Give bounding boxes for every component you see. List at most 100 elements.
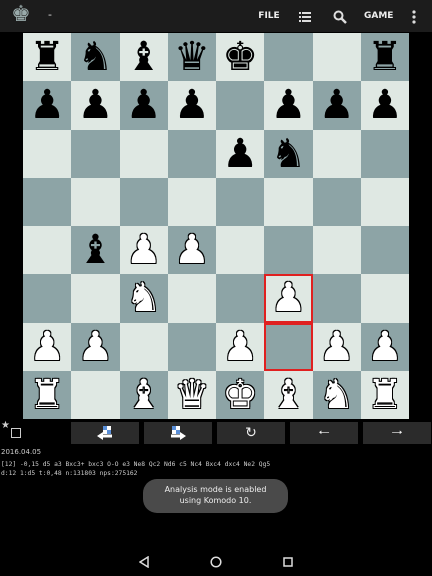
white-queen-icon[interactable]: ♛ bbox=[174, 375, 210, 415]
game-menu-button[interactable]: GAME bbox=[364, 0, 393, 32]
white-pawn-icon[interactable]: ♟ bbox=[222, 327, 258, 367]
white-knight-icon[interactable]: ♞ bbox=[126, 278, 162, 318]
square-h1[interactable]: ♜ bbox=[360, 370, 409, 419]
white-rook-icon[interactable]: ♜ bbox=[367, 375, 403, 415]
square-b8[interactable]: ♞ bbox=[71, 33, 120, 82]
square-a3[interactable] bbox=[23, 274, 72, 323]
square-a7[interactable]: ♟ bbox=[23, 81, 72, 130]
white-pawn-icon[interactable]: ♟ bbox=[29, 327, 65, 367]
square-f8[interactable] bbox=[264, 33, 313, 82]
square-c4[interactable]: ♟ bbox=[119, 226, 168, 275]
square-b1[interactable] bbox=[71, 370, 120, 419]
square-f6[interactable]: ♞ bbox=[264, 129, 313, 178]
square-h8[interactable]: ♜ bbox=[360, 33, 409, 82]
square-e6[interactable]: ♟ bbox=[216, 129, 265, 178]
chess-board[interactable]: ♜ ♞ ♝ ♛ ♚ ♜ ♟ ♟ ♟ ♟ ♟ ♟ ♟ ♟ ♞ ♝ ♟ ♟ ♞ ♟ ♟ ♟ ♟ ♟ ♟ ♜ ♝ ♛ ♚ ♝ ♞ ♜ bbox=[23, 33, 409, 419]
square-d4[interactable]: ♟ bbox=[167, 226, 216, 275]
square-g8[interactable] bbox=[312, 33, 361, 82]
go-forward-variation-button[interactable] bbox=[144, 422, 212, 444]
star-icon[interactable]: ★ bbox=[1, 420, 10, 431]
square-e5[interactable] bbox=[216, 177, 265, 226]
undo-move-button[interactable]: 🠀 bbox=[290, 422, 358, 444]
square-a6[interactable] bbox=[23, 129, 72, 178]
square-e4[interactable] bbox=[216, 226, 265, 275]
black-pawn-icon[interactable]: ♟ bbox=[126, 85, 162, 125]
square-d5[interactable] bbox=[167, 177, 216, 226]
white-bishop-icon[interactable]: ♝ bbox=[126, 375, 162, 415]
square-f5[interactable] bbox=[264, 177, 313, 226]
square-h5[interactable] bbox=[360, 177, 409, 226]
square-h2[interactable]: ♟ bbox=[360, 322, 409, 371]
square-a8[interactable]: ♜ bbox=[23, 33, 72, 82]
square-h4[interactable] bbox=[360, 226, 409, 275]
black-knight-icon[interactable]: ♞ bbox=[270, 134, 306, 174]
black-pawn-icon[interactable]: ♟ bbox=[77, 85, 113, 125]
redo-move-button[interactable]: 🠂 bbox=[363, 422, 431, 444]
square-e7[interactable] bbox=[216, 81, 265, 130]
square-b6[interactable] bbox=[71, 129, 120, 178]
square-b4[interactable]: ♝ bbox=[71, 226, 120, 275]
square-d1[interactable]: ♛ bbox=[167, 370, 216, 419]
square-d8[interactable]: ♛ bbox=[167, 33, 216, 82]
square-h6[interactable] bbox=[360, 129, 409, 178]
square-g1[interactable]: ♞ bbox=[312, 370, 361, 419]
white-pawn-icon[interactable]: ♟ bbox=[174, 230, 210, 270]
file-menu-button[interactable]: FILE bbox=[256, 0, 282, 32]
black-rook-icon[interactable]: ♜ bbox=[367, 37, 403, 77]
square-a5[interactable] bbox=[23, 177, 72, 226]
white-king-icon[interactable]: ♚ bbox=[222, 375, 258, 415]
square-h3[interactable] bbox=[360, 274, 409, 323]
square-f1[interactable]: ♝ bbox=[264, 370, 313, 419]
square-a4[interactable] bbox=[23, 226, 72, 275]
square-e8[interactable]: ♚ bbox=[216, 33, 265, 82]
black-pawn-icon[interactable]: ♟ bbox=[270, 85, 306, 125]
square-c6[interactable] bbox=[119, 129, 168, 178]
king-icon[interactable]: ♚ bbox=[8, 2, 34, 28]
square-a1[interactable]: ♜ bbox=[23, 370, 72, 419]
black-pawn-icon[interactable]: ♟ bbox=[222, 134, 258, 174]
overflow-menu-icon[interactable] bbox=[400, 0, 428, 32]
square-b7[interactable]: ♟ bbox=[71, 81, 120, 130]
square-g2[interactable]: ♟ bbox=[312, 322, 361, 371]
black-pawn-icon[interactable]: ♟ bbox=[367, 85, 403, 125]
square-h7[interactable]: ♟ bbox=[360, 81, 409, 130]
recents-icon[interactable] bbox=[278, 552, 298, 570]
white-pawn-icon[interactable]: ♟ bbox=[126, 230, 162, 270]
square-e3[interactable] bbox=[216, 274, 265, 323]
white-pawn-icon[interactable]: ♟ bbox=[270, 278, 306, 318]
search-icon[interactable] bbox=[326, 0, 354, 32]
black-bishop-icon[interactable]: ♝ bbox=[126, 37, 162, 77]
square-c2[interactable] bbox=[119, 322, 168, 371]
checkbox[interactable] bbox=[11, 428, 21, 438]
black-pawn-icon[interactable]: ♟ bbox=[174, 85, 210, 125]
square-c5[interactable] bbox=[119, 177, 168, 226]
white-pawn-icon[interactable]: ♟ bbox=[367, 327, 403, 367]
square-c8[interactable]: ♝ bbox=[119, 33, 168, 82]
black-pawn-icon[interactable]: ♟ bbox=[319, 85, 355, 125]
black-bishop-icon[interactable]: ♝ bbox=[77, 230, 113, 270]
square-c1[interactable]: ♝ bbox=[119, 370, 168, 419]
square-g5[interactable] bbox=[312, 177, 361, 226]
square-c3[interactable]: ♞ bbox=[119, 274, 168, 323]
square-f7[interactable]: ♟ bbox=[264, 81, 313, 130]
square-e2[interactable]: ♟ bbox=[216, 322, 265, 371]
square-b5[interactable] bbox=[71, 177, 120, 226]
square-e1[interactable]: ♚ bbox=[216, 370, 265, 419]
home-icon[interactable] bbox=[206, 552, 226, 570]
white-rook-icon[interactable]: ♜ bbox=[29, 375, 65, 415]
square-f2[interactable] bbox=[264, 322, 313, 371]
black-king-icon[interactable]: ♚ bbox=[222, 37, 258, 77]
black-knight-icon[interactable]: ♞ bbox=[77, 37, 113, 77]
flip-board-button[interactable]: ↻ bbox=[217, 422, 285, 444]
square-a2[interactable]: ♟ bbox=[23, 322, 72, 371]
go-back-variation-button[interactable] bbox=[71, 422, 139, 444]
square-d3[interactable] bbox=[167, 274, 216, 323]
white-pawn-icon[interactable]: ♟ bbox=[319, 327, 355, 367]
square-d6[interactable] bbox=[167, 129, 216, 178]
white-knight-icon[interactable]: ♞ bbox=[319, 375, 355, 415]
square-d7[interactable]: ♟ bbox=[167, 81, 216, 130]
square-g7[interactable]: ♟ bbox=[312, 81, 361, 130]
square-b2[interactable]: ♟ bbox=[71, 322, 120, 371]
square-c7[interactable]: ♟ bbox=[119, 81, 168, 130]
square-b3[interactable] bbox=[71, 274, 120, 323]
